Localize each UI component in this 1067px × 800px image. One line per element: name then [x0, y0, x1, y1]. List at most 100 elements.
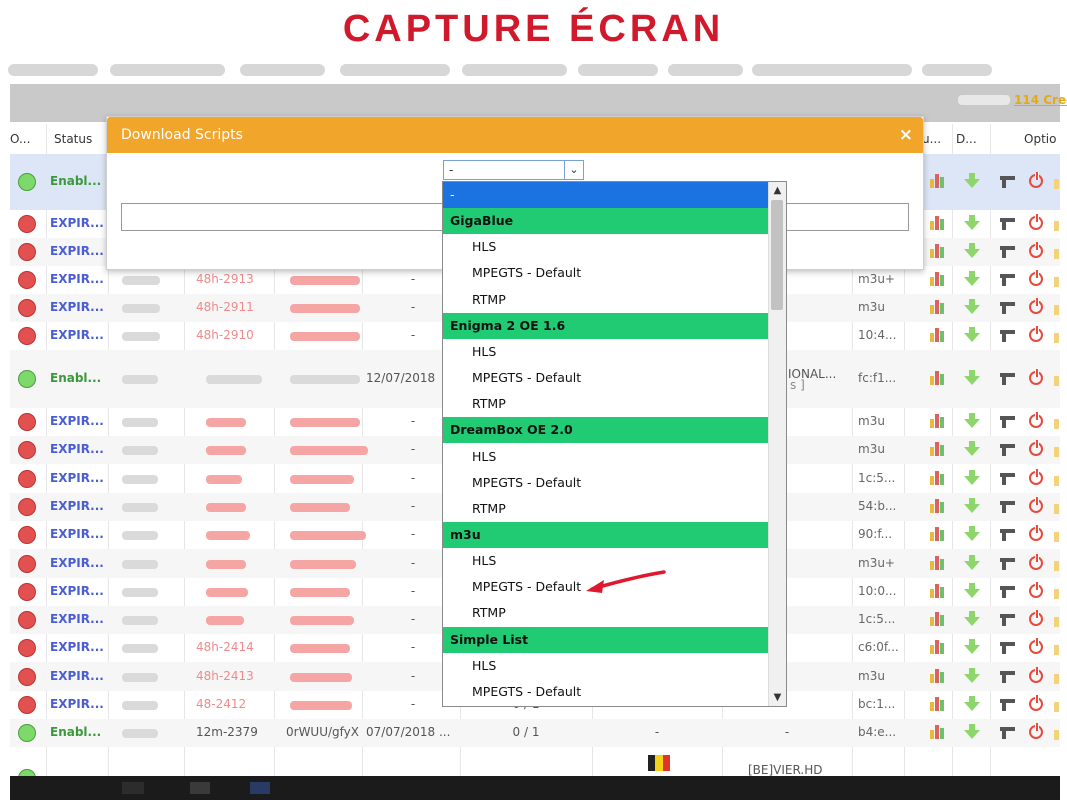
close-icon[interactable]: ×: [899, 117, 913, 153]
column-header[interactable]: u...: [922, 124, 941, 154]
stats-icon[interactable]: [930, 526, 947, 541]
lock-icon[interactable]: [1054, 249, 1059, 259]
lock-icon[interactable]: [1054, 561, 1059, 571]
lock-icon[interactable]: [1054, 702, 1059, 712]
lock-icon[interactable]: [1054, 589, 1059, 599]
power-icon[interactable]: [1029, 667, 1043, 683]
table-row[interactable]: [BE]VIER.HD: [10, 747, 1060, 776]
stats-icon[interactable]: [930, 696, 947, 711]
dropdown-option[interactable]: RTMP: [443, 496, 768, 522]
lock-icon[interactable]: [1054, 333, 1059, 343]
scroll-up-icon[interactable]: ▲: [769, 182, 786, 199]
lock-icon[interactable]: [1054, 617, 1059, 627]
table-row[interactable]: Enabl... 12m-2379 0rWUU/gfyX 07/07/2018 ...…: [10, 719, 1060, 747]
stats-icon[interactable]: [930, 327, 947, 342]
lock-icon[interactable]: [1054, 645, 1059, 655]
download-icon[interactable]: [964, 370, 980, 386]
tools-icon[interactable]: [1000, 671, 1016, 683]
stats-icon[interactable]: [930, 583, 947, 598]
power-icon[interactable]: [1029, 242, 1043, 258]
tools-icon[interactable]: [1000, 699, 1016, 711]
power-icon[interactable]: [1029, 695, 1043, 711]
power-icon[interactable]: [1029, 497, 1043, 513]
tools-icon[interactable]: [1000, 558, 1016, 570]
lock-icon[interactable]: [1054, 532, 1059, 542]
tools-icon[interactable]: [1000, 727, 1016, 739]
download-icon[interactable]: [964, 243, 980, 259]
tools-icon[interactable]: [1000, 642, 1016, 654]
dropdown-option[interactable]: RTMP: [443, 600, 768, 626]
download-icon[interactable]: [964, 668, 980, 684]
tools-icon[interactable]: [1000, 473, 1016, 485]
power-icon[interactable]: [1029, 582, 1043, 598]
column-header[interactable]: Optio: [1024, 124, 1056, 154]
power-icon[interactable]: [1029, 326, 1043, 342]
download-icon[interactable]: [964, 173, 980, 189]
dropdown-option[interactable]: MPEGTS - Default: [443, 365, 768, 391]
download-icon[interactable]: [964, 724, 980, 740]
power-icon[interactable]: [1029, 412, 1043, 428]
download-icon[interactable]: [964, 441, 980, 457]
power-icon[interactable]: [1029, 638, 1043, 654]
dropdown-option[interactable]: MPEGTS - Default: [443, 679, 768, 705]
power-icon[interactable]: [1029, 554, 1043, 570]
lock-icon[interactable]: [1054, 179, 1059, 189]
tools-icon[interactable]: [1000, 529, 1016, 541]
column-header[interactable]: O...: [10, 124, 30, 154]
tools-icon[interactable]: [1000, 330, 1016, 342]
stats-icon[interactable]: [930, 498, 947, 513]
download-icon[interactable]: [964, 696, 980, 712]
dropdown-option[interactable]: MPEGTS - Default: [443, 470, 768, 496]
tools-icon[interactable]: [1000, 302, 1016, 314]
dropdown-option[interactable]: MPEGTS - Default: [443, 260, 768, 286]
download-icon[interactable]: [964, 413, 980, 429]
power-icon[interactable]: [1029, 214, 1043, 230]
lock-icon[interactable]: [1054, 730, 1059, 740]
scroll-thumb[interactable]: [771, 200, 783, 310]
power-icon[interactable]: [1029, 610, 1043, 626]
lock-icon[interactable]: [1054, 447, 1059, 457]
stats-icon[interactable]: [930, 215, 947, 230]
download-icon[interactable]: [964, 327, 980, 343]
dropdown-scrollbar[interactable]: ▲ ▼: [768, 182, 786, 706]
tools-icon[interactable]: [1000, 246, 1016, 258]
stats-icon[interactable]: [930, 173, 947, 188]
lock-icon[interactable]: [1054, 277, 1059, 287]
stats-icon[interactable]: [930, 271, 947, 286]
column-header[interactable]: D...: [956, 124, 977, 154]
download-icon[interactable]: [964, 271, 980, 287]
tools-icon[interactable]: [1000, 373, 1016, 385]
stats-icon[interactable]: [930, 370, 947, 385]
power-icon[interactable]: [1029, 270, 1043, 286]
lock-icon[interactable]: [1054, 376, 1059, 386]
stats-icon[interactable]: [930, 299, 947, 314]
download-icon[interactable]: [964, 498, 980, 514]
download-icon[interactable]: [964, 611, 980, 627]
power-icon[interactable]: [1029, 172, 1043, 188]
stats-icon[interactable]: [930, 243, 947, 258]
lock-icon[interactable]: [1054, 504, 1059, 514]
download-icon[interactable]: [964, 299, 980, 315]
stats-icon[interactable]: [930, 413, 947, 428]
lock-icon[interactable]: [1054, 305, 1059, 315]
dropdown-option[interactable]: HLS: [443, 339, 768, 365]
power-icon[interactable]: [1029, 440, 1043, 456]
download-icon[interactable]: [964, 583, 980, 599]
download-icon[interactable]: [964, 215, 980, 231]
stats-icon[interactable]: [930, 611, 947, 626]
power-icon[interactable]: [1029, 369, 1043, 385]
tools-icon[interactable]: [1000, 444, 1016, 456]
dropdown-option[interactable]: HLS: [443, 653, 768, 679]
stats-icon[interactable]: [930, 441, 947, 456]
dropdown-option[interactable]: RTMP: [443, 391, 768, 417]
stats-icon[interactable]: [930, 668, 947, 683]
script-type-select[interactable]: - ⌄: [443, 160, 584, 180]
stats-icon[interactable]: [930, 724, 947, 739]
tools-icon[interactable]: [1000, 614, 1016, 626]
power-icon[interactable]: [1029, 298, 1043, 314]
dropdown-option[interactable]: HLS: [443, 234, 768, 260]
stats-icon[interactable]: [930, 555, 947, 570]
tools-icon[interactable]: [1000, 274, 1016, 286]
lock-icon[interactable]: [1054, 221, 1059, 231]
download-icon[interactable]: [964, 526, 980, 542]
